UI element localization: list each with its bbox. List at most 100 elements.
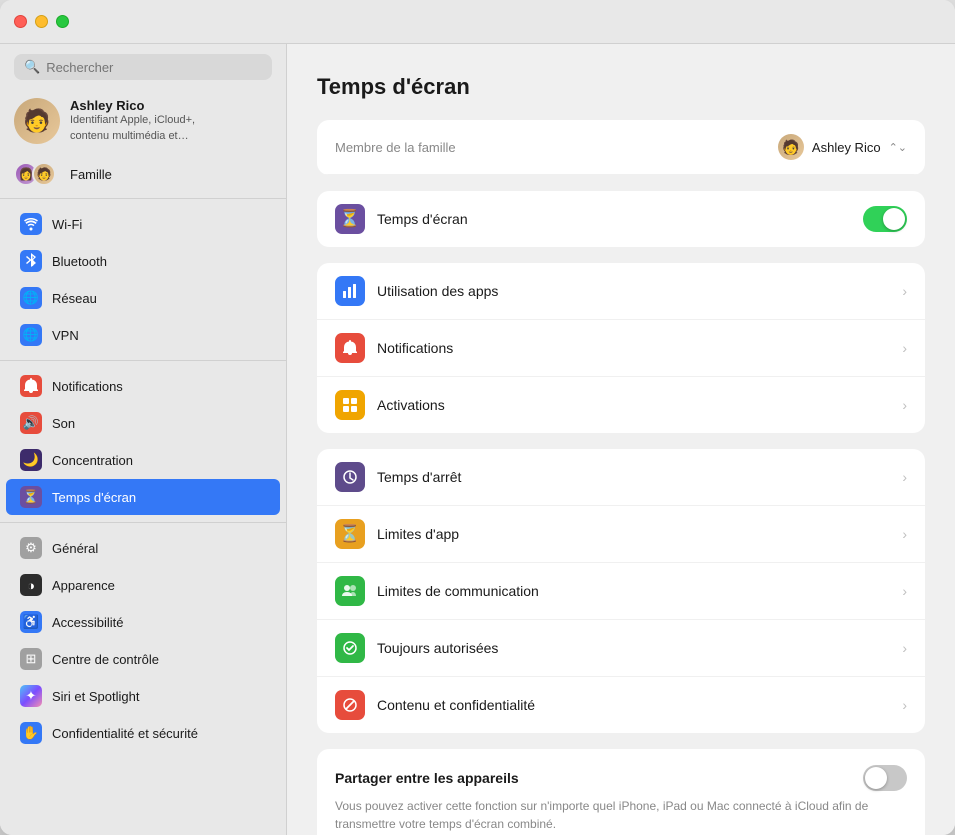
- content-privacy-row-icon: [335, 690, 365, 720]
- close-button[interactable]: [14, 15, 27, 28]
- sidebar-divider-2: [0, 360, 286, 361]
- screentime-toggle-label: Temps d'écran: [377, 211, 468, 227]
- vpn-icon: 🌐: [20, 324, 42, 346]
- sidebar-item-general[interactable]: ⚙ Général: [6, 530, 280, 566]
- fullscreen-button[interactable]: [56, 15, 69, 28]
- sidebar-item-wifi[interactable]: Wi-Fi: [6, 206, 280, 242]
- search-bar[interactable]: 🔍: [14, 54, 272, 80]
- accessibility-icon: ♿: [20, 611, 42, 633]
- sidebar-item-reseau[interactable]: 🌐 Réseau: [6, 280, 280, 316]
- share-section: Partager entre les appareils Vous pouvez…: [317, 749, 925, 835]
- main-content: Temps d'écran Membre de la famille 🧑 Ash…: [287, 44, 955, 835]
- control-icon: ⊞: [20, 648, 42, 670]
- always-allowed-row[interactable]: Toujours autorisées ›: [317, 620, 925, 677]
- app-usage-icon: [335, 276, 365, 306]
- screentime-toggle-right: [863, 206, 907, 232]
- search-icon: 🔍: [24, 59, 40, 75]
- user-subtitle: Identifiant Apple, iCloud+,contenu multi…: [70, 113, 195, 144]
- activations-left: Activations: [335, 390, 445, 420]
- app-usage-row[interactable]: Utilisation des apps ›: [317, 263, 925, 320]
- always-allowed-row-icon: [335, 633, 365, 663]
- screentime-toggle-left: ⏳ Temps d'écran: [335, 204, 468, 234]
- sidebar-item-bluetooth[interactable]: Bluetooth: [6, 243, 280, 279]
- siri-icon: ✦: [20, 685, 42, 707]
- sidebar-section-network: Wi-Fi Bluetooth 🌐 Réseau 🌐 VPN: [0, 203, 286, 356]
- downtime-left: Temps d'arrêt: [335, 462, 461, 492]
- family-member-card: Membre de la famille 🧑 Ashley Rico ⌃⌄: [317, 120, 925, 175]
- downtime-right: ›: [902, 469, 907, 485]
- search-input[interactable]: [46, 60, 262, 75]
- sidebar-item-temps-decran[interactable]: ⏳ Temps d'écran: [6, 479, 280, 515]
- comm-limits-left: Limites de communication: [335, 576, 539, 606]
- downtime-row[interactable]: Temps d'arrêt ›: [317, 449, 925, 506]
- sidebar-item-son[interactable]: 🔊 Son: [6, 405, 280, 441]
- sidebar-item-vpn[interactable]: 🌐 VPN: [6, 317, 280, 353]
- family-avatar-2: 🧑: [32, 162, 56, 186]
- sidebar-divider-1: [0, 198, 286, 199]
- activations-chevron-icon: ›: [902, 397, 907, 413]
- comm-limits-row-icon: [335, 576, 365, 606]
- screentime-sidebar-icon: ⏳: [20, 486, 42, 508]
- minimize-button[interactable]: [35, 15, 48, 28]
- avatar: 🧑: [14, 98, 60, 144]
- sidebar-item-label-bluetooth: Bluetooth: [52, 254, 107, 269]
- sidebar-item-accessibilite[interactable]: ♿ Accessibilité: [6, 604, 280, 640]
- family-row[interactable]: 👩 🧑 Famille: [0, 154, 286, 194]
- app-usage-right: ›: [902, 283, 907, 299]
- user-info: Ashley Rico Identifiant Apple, iCloud+,c…: [70, 98, 195, 144]
- sidebar-item-label-accessibilite: Accessibilité: [52, 615, 124, 630]
- app-usage-label: Utilisation des apps: [377, 283, 498, 299]
- notifications-row-icon: [335, 333, 365, 363]
- sidebar-item-label-confidentialite: Confidentialité et sécurité: [52, 726, 198, 741]
- sidebar-item-label-apparence: Apparence: [52, 578, 115, 593]
- traffic-lights: [14, 15, 69, 28]
- notifications-row[interactable]: Notifications ›: [317, 320, 925, 377]
- share-title-row: Partager entre les appareils: [335, 765, 907, 791]
- page-title: Temps d'écran: [317, 74, 925, 100]
- app-limits-chevron-icon: ›: [902, 526, 907, 542]
- notifications-right: ›: [902, 340, 907, 356]
- share-description: Vous pouvez activer cette fonction sur n…: [335, 797, 907, 833]
- sidebar: 🔍 🧑 Ashley Rico Identifiant Apple, iClou…: [0, 44, 287, 835]
- screentime-toggle-row: ⏳ Temps d'écran: [317, 191, 925, 247]
- app-limits-row-label: Limites d'app: [377, 526, 459, 542]
- family-member-selector[interactable]: 🧑 Ashley Rico ⌃⌄: [778, 134, 907, 160]
- family-label: Famille: [70, 167, 112, 182]
- share-title: Partager entre les appareils: [335, 770, 519, 786]
- sidebar-item-label-temps-decran: Temps d'écran: [52, 490, 136, 505]
- share-toggle[interactable]: [863, 765, 907, 791]
- sidebar-item-label-concentration: Concentration: [52, 453, 133, 468]
- sidebar-item-apparence[interactable]: ◑ Apparence: [6, 567, 280, 603]
- sidebar-item-label-son: Son: [52, 416, 75, 431]
- usage-card: Utilisation des apps › Notifications: [317, 263, 925, 433]
- user-profile[interactable]: 🧑 Ashley Rico Identifiant Apple, iCloud+…: [0, 88, 286, 154]
- sidebar-item-label-general: Général: [52, 541, 98, 556]
- screentime-toggle[interactable]: [863, 206, 907, 232]
- user-name: Ashley Rico: [70, 98, 195, 113]
- sidebar-item-notifications[interactable]: Notifications: [6, 368, 280, 404]
- sidebar-item-label-siri: Siri et Spotlight: [52, 689, 139, 704]
- comm-limits-chevron-icon: ›: [902, 583, 907, 599]
- titlebar: [0, 0, 955, 44]
- sidebar-item-siri[interactable]: ✦ Siri et Spotlight: [6, 678, 280, 714]
- activations-right: ›: [902, 397, 907, 413]
- bluetooth-icon: [20, 250, 42, 272]
- app-limits-row-icon: ⏳: [335, 519, 365, 549]
- always-allowed-chevron-icon: ›: [902, 640, 907, 656]
- downtime-chevron-icon: ›: [902, 469, 907, 485]
- comm-limits-row[interactable]: Limites de communication ›: [317, 563, 925, 620]
- family-member-name: Ashley Rico: [812, 140, 881, 155]
- sidebar-item-confidentialite[interactable]: ✋ Confidentialité et sécurité: [6, 715, 280, 751]
- wifi-icon: [20, 213, 42, 235]
- sound-icon: 🔊: [20, 412, 42, 434]
- sidebar-item-label-vpn: VPN: [52, 328, 79, 343]
- content-privacy-row[interactable]: Contenu et confidentialité ›: [317, 677, 925, 733]
- sidebar-item-centre-controle[interactable]: ⊞ Centre de contrôle: [6, 641, 280, 677]
- activations-row[interactable]: Activations ›: [317, 377, 925, 433]
- limits-card: Temps d'arrêt › ⏳ Limites d'app ›: [317, 449, 925, 733]
- sidebar-item-concentration[interactable]: 🌙 Concentration: [6, 442, 280, 478]
- family-member-label: Membre de la famille: [335, 140, 456, 155]
- app-limits-row[interactable]: ⏳ Limites d'app ›: [317, 506, 925, 563]
- app-usage-chevron-icon: ›: [902, 283, 907, 299]
- notifications-left: Notifications: [335, 333, 453, 363]
